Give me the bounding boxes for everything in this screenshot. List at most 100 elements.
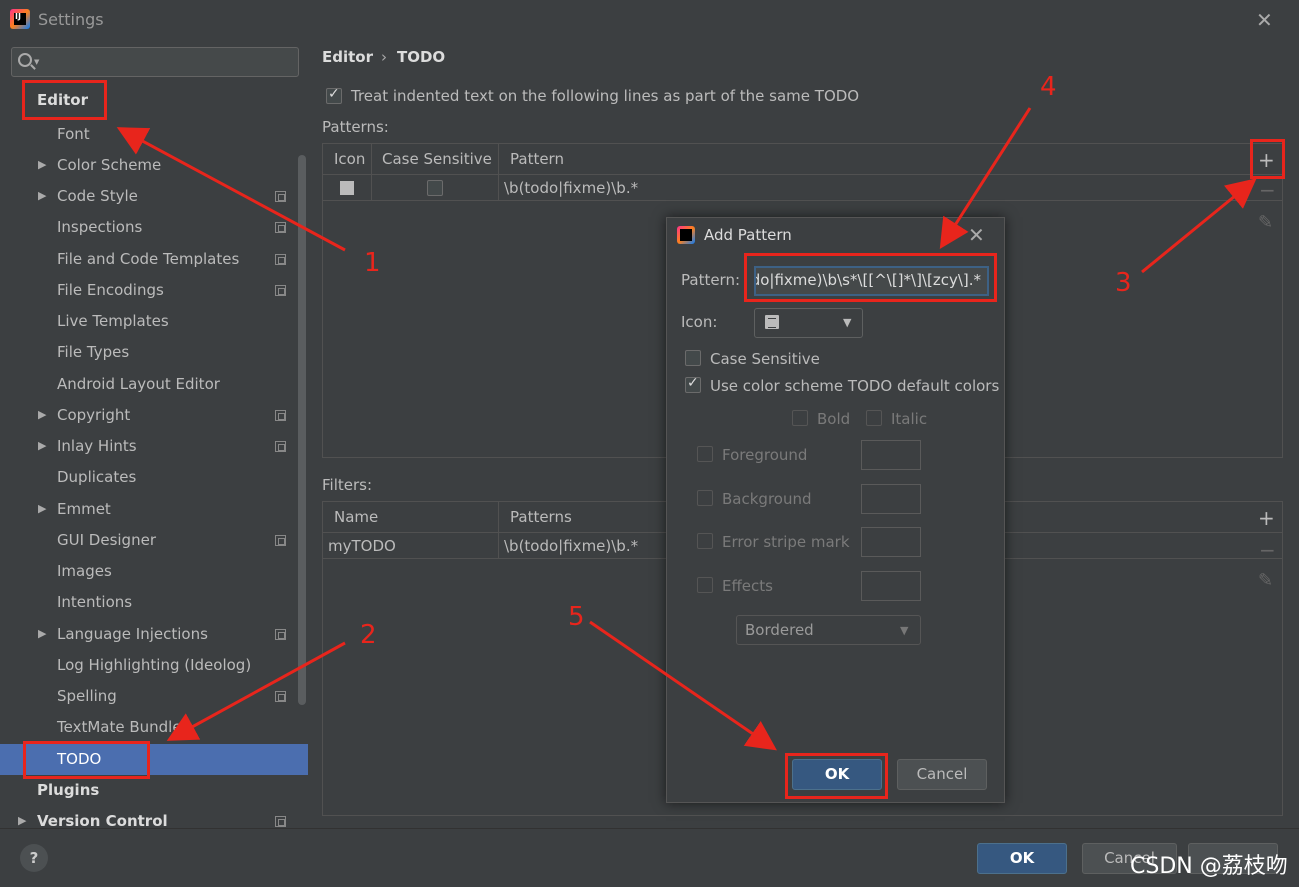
- remove-pattern-icon[interactable]: −: [1259, 178, 1276, 202]
- icon-label: Icon:: [681, 313, 718, 331]
- sidebar-item-inspections[interactable]: Inspections: [57, 212, 142, 243]
- patterns-label: Patterns:: [322, 118, 389, 136]
- sidebar-item-language-injections[interactable]: Language Injections: [57, 619, 208, 650]
- sidebar-item-android-layout-editor[interactable]: Android Layout Editor: [57, 369, 220, 400]
- expand-arrow-icon[interactable]: ▶: [38, 189, 46, 202]
- sidebar-item-live-templates[interactable]: Live Templates: [57, 306, 169, 337]
- dialog-title: Add Pattern: [704, 226, 792, 244]
- annotation-number-2: 2: [360, 620, 377, 650]
- todo-doc-icon: [340, 181, 354, 195]
- treat-indented-label[interactable]: Treat indented text on the following lin…: [351, 87, 859, 105]
- annotation-box-pattern: [744, 253, 997, 302]
- settings-ok-button[interactable]: OK: [977, 843, 1067, 874]
- expand-arrow-icon[interactable]: ▶: [38, 502, 46, 515]
- project-settings-icon: [275, 691, 286, 702]
- sidebar-item-file-encodings[interactable]: File Encodings: [57, 275, 164, 306]
- sidebar-item-textmate-bundles[interactable]: TextMate Bundles: [57, 712, 189, 743]
- bold-checkbox[interactable]: [792, 410, 808, 426]
- sidebar-item-inlay-hints[interactable]: Inlay Hints: [57, 431, 137, 462]
- annotation-number-5: 5: [568, 602, 585, 632]
- edit-pattern-icon[interactable]: ✎: [1258, 212, 1273, 233]
- settings-search-input[interactable]: [11, 47, 299, 77]
- table-cell-name: myTODO: [323, 533, 499, 559]
- breadcrumb-parent[interactable]: Editor: [322, 48, 373, 66]
- search-dropdown-icon[interactable]: ▼: [34, 58, 39, 66]
- window-close-icon[interactable]: ✕: [1256, 8, 1273, 32]
- sidebar-item-log-highlighting[interactable]: Log Highlighting (Ideolog): [57, 650, 251, 681]
- project-settings-icon: [275, 816, 286, 827]
- project-settings-icon: [275, 410, 286, 421]
- window-title: Settings: [38, 10, 104, 29]
- watermark: CSDN @荔枝吻: [1130, 854, 1288, 879]
- column-header-icon[interactable]: Icon: [323, 144, 372, 175]
- expand-arrow-icon[interactable]: ▶: [18, 814, 26, 827]
- sidebar-item-intentions[interactable]: Intentions: [57, 587, 132, 618]
- effects-type-value: Bordered: [745, 621, 814, 639]
- help-button[interactable]: ?: [20, 844, 48, 872]
- edit-filter-icon[interactable]: ✎: [1258, 570, 1273, 591]
- background-color-swatch[interactable]: [861, 484, 921, 514]
- project-settings-icon: [275, 535, 286, 546]
- foreground-checkbox[interactable]: [697, 446, 713, 462]
- intellij-logo-icon: [677, 226, 695, 244]
- error-stripe-checkbox[interactable]: [697, 533, 713, 549]
- sidebar-item-gui-designer[interactable]: GUI Designer: [57, 525, 156, 556]
- error-stripe-label: Error stripe mark: [722, 533, 850, 551]
- add-pattern-dialog: [666, 217, 1005, 803]
- sidebar-item-copyright[interactable]: Copyright: [57, 400, 130, 431]
- pattern-label: Pattern:: [681, 271, 741, 289]
- sidebar-item-duplicates[interactable]: Duplicates: [57, 462, 136, 493]
- expand-arrow-icon[interactable]: ▶: [38, 158, 46, 171]
- chevron-down-icon[interactable]: ▼: [900, 624, 908, 637]
- filters-label: Filters:: [322, 476, 373, 494]
- annotation-box-ok: [785, 753, 888, 799]
- treat-indented-checkbox[interactable]: [326, 86, 342, 104]
- use-default-colors-checkbox[interactable]: [685, 375, 701, 393]
- expand-arrow-icon[interactable]: ▶: [38, 408, 46, 421]
- remove-filter-icon[interactable]: −: [1259, 538, 1276, 562]
- project-settings-icon: [275, 222, 286, 233]
- table-cell-case-sensitive: [372, 175, 499, 201]
- sidebar-item-code-style[interactable]: Code Style: [57, 181, 138, 212]
- sidebar-scrollbar[interactable]: [298, 155, 306, 705]
- column-header-pattern[interactable]: Pattern: [499, 144, 1284, 175]
- foreground-label: Foreground: [722, 446, 808, 464]
- expand-arrow-icon[interactable]: ▶: [38, 439, 46, 452]
- sidebar-item-emmet[interactable]: Emmet: [57, 494, 111, 525]
- todo-doc-icon: [765, 315, 779, 329]
- foreground-color-swatch[interactable]: [861, 440, 921, 470]
- background-checkbox[interactable]: [697, 490, 713, 506]
- error-stripe-color-swatch[interactable]: [861, 527, 921, 557]
- column-header-name[interactable]: Name: [323, 502, 499, 533]
- project-settings-icon: [275, 629, 286, 640]
- sidebar-item-spelling[interactable]: Spelling: [57, 681, 117, 712]
- chevron-down-icon[interactable]: ▼: [843, 316, 851, 329]
- project-settings-icon: [275, 441, 286, 452]
- effects-checkbox[interactable]: [697, 577, 713, 593]
- sidebar-item-file-code-templates[interactable]: File and Code Templates: [57, 244, 239, 275]
- row-case-sensitive-checkbox[interactable]: [427, 180, 443, 196]
- annotation-number-3: 3: [1115, 268, 1132, 298]
- breadcrumb-current: TODO: [397, 48, 446, 66]
- add-filter-icon[interactable]: +: [1258, 506, 1275, 530]
- expand-arrow-icon[interactable]: ▶: [38, 627, 46, 640]
- italic-label: Italic: [891, 410, 928, 428]
- table-cell-icon: [323, 175, 372, 201]
- case-sensitive-label[interactable]: Case Sensitive: [710, 350, 820, 368]
- italic-checkbox[interactable]: [866, 410, 882, 426]
- project-settings-icon: [275, 191, 286, 202]
- sidebar-item-font[interactable]: Font: [57, 119, 90, 150]
- project-settings-icon: [275, 254, 286, 265]
- effects-color-swatch[interactable]: [861, 571, 921, 601]
- sidebar-item-color-scheme[interactable]: Color Scheme: [57, 150, 161, 181]
- use-default-colors-label[interactable]: Use color scheme TODO default colors: [710, 377, 999, 395]
- column-header-case-sensitive[interactable]: Case Sensitive: [372, 144, 499, 175]
- patterns-table-header: Icon Case Sensitive Pattern: [323, 144, 1282, 175]
- sidebar-item-images[interactable]: Images: [57, 556, 112, 587]
- sidebar-item-file-types[interactable]: File Types: [57, 337, 129, 368]
- dialog-cancel-button[interactable]: Cancel: [897, 759, 987, 790]
- sidebar-item-plugins[interactable]: Plugins: [37, 775, 99, 806]
- table-row[interactable]: \b(todo|fixme)\b.*: [323, 175, 1282, 201]
- case-sensitive-checkbox[interactable]: [685, 350, 701, 366]
- dialog-close-icon[interactable]: ✕: [968, 223, 985, 247]
